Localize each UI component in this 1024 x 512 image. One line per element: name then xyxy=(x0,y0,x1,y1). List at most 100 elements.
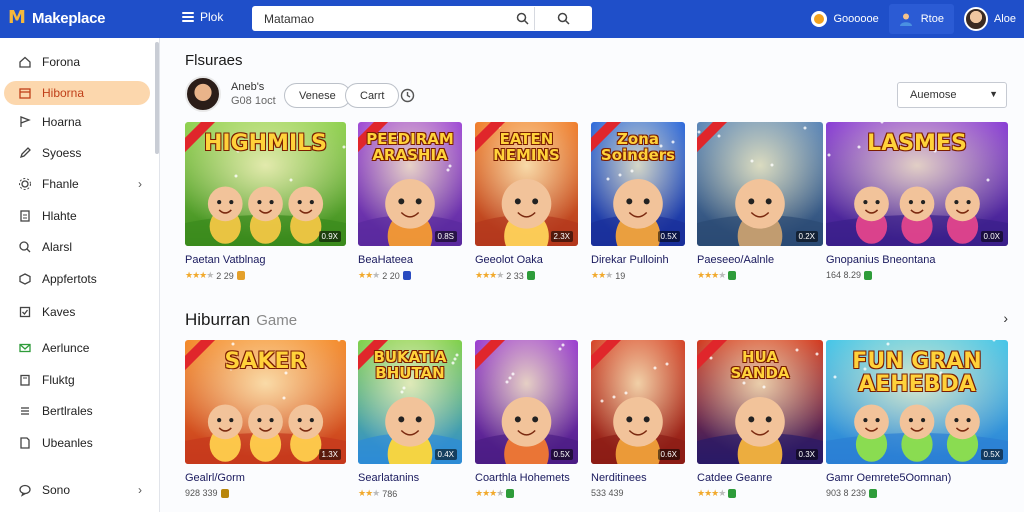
game-thumbnail[interactable]: 0.2X xyxy=(697,122,823,246)
app-name: Makeplace xyxy=(32,9,106,27)
game-meta: 164 8.29 xyxy=(826,270,873,280)
game-card[interactable]: EATEN NEMINS 2.3X Geeolot Oaka ★★★★ 2 33 xyxy=(475,122,578,284)
game-thumbnail[interactable]: 0.5X xyxy=(475,340,578,464)
game-card[interactable]: SAKER 1.3X Gealrl/Gorm 928 339 xyxy=(185,340,346,502)
sidebar-item-12[interactable]: Ubeanles xyxy=(4,431,150,455)
game-title[interactable]: Gealrl/Gorm xyxy=(185,472,245,484)
sidebar-item-label: Fluktg xyxy=(42,373,75,387)
game-card[interactable]: FUN GRAN AEHEBDA 0.5X Gamr Oemrete5Oomnan)… xyxy=(826,340,1008,502)
game-title[interactable]: BeaHateea xyxy=(358,254,413,266)
game-meta: ★★★★ 2 33 xyxy=(475,270,535,281)
game-card[interactable]: HIGHMILS 0.9X Paetan Vatblnag ★★★★ 2 29 xyxy=(185,122,346,284)
platform-icon xyxy=(869,488,878,498)
game-logo-text: SAKER xyxy=(224,349,307,374)
sidebar-item-5[interactable]: Hlahte xyxy=(4,204,150,228)
filter-chip-2[interactable]: Carrt xyxy=(345,83,400,108)
game-card[interactable]: HUA SANDA 0.3X Catdee Geanre ★★★★ xyxy=(697,340,823,502)
search-input[interactable] xyxy=(252,7,510,30)
star-rating: ★★★★ xyxy=(697,488,726,498)
game-thumbnail[interactable]: HIGHMILS 0.9X xyxy=(185,122,346,246)
game-card[interactable]: BUKATIA BHUTAN 0.4X Searlatanins ★★★ 786 xyxy=(358,340,462,502)
account-button[interactable]: Rtoe xyxy=(888,4,954,34)
star-rating: ★★★ xyxy=(591,270,613,280)
game-card[interactable]: LASMES 0.0X Gnopanius Bneontana 164 8.29 xyxy=(826,122,1008,284)
avatar xyxy=(963,7,988,31)
list-icon xyxy=(18,404,32,418)
clock-icon[interactable] xyxy=(400,88,415,103)
sort-value: Auemose xyxy=(910,89,957,101)
game-card[interactable]: PEEDIRAM ARASHIA 0.8S BeaHateea ★★★ 2 20 xyxy=(358,122,462,284)
sidebar-item-6[interactable]: Alarsl xyxy=(4,235,150,259)
game-card[interactable]: 0.5X Coarthla Hohemets ★★★★ xyxy=(475,340,578,502)
sidebar-item-13[interactable]: Sono › xyxy=(4,478,150,502)
game-title[interactable]: Catdee Geanre xyxy=(697,472,772,484)
game-card[interactable]: Zona Soinders 0.5X Direkar Pulloinh ★★★ 19 xyxy=(591,122,685,284)
cube-icon xyxy=(18,272,32,286)
game-title[interactable]: Coarthla Hohemets xyxy=(475,472,570,484)
game-meta: 928 339 xyxy=(185,488,229,498)
sidebar-item-0[interactable]: Forona xyxy=(4,50,150,74)
profile-button[interactable]: Aloe xyxy=(963,7,1016,31)
game-title[interactable]: Direkar Pulloinh xyxy=(591,254,669,266)
game-thumbnail[interactable]: FUN GRAN AEHEBDA 0.5X xyxy=(826,340,1008,464)
game-thumbnail[interactable]: LASMES 0.0X xyxy=(826,122,1008,246)
sidebar-item-label: Appfertots xyxy=(42,272,97,286)
game-title[interactable]: Searlatanins xyxy=(358,472,419,484)
hamburger-icon xyxy=(182,12,194,22)
gear-icon xyxy=(18,177,32,191)
game-thumbnail[interactable]: Zona Soinders 0.5X xyxy=(591,122,685,246)
game-title[interactable]: Geeolot Oaka xyxy=(475,254,543,266)
search-icon[interactable] xyxy=(510,7,534,30)
sidebar-item-2[interactable]: Hoarna xyxy=(4,110,150,134)
sidebar-item-4[interactable]: Fhanle › xyxy=(4,172,150,196)
coins-label: Goooooe xyxy=(833,13,879,25)
sidebar-item-9[interactable]: Aerlunce xyxy=(4,336,150,360)
platform-icon xyxy=(402,271,411,280)
game-title[interactable]: Paetan Vatblnag xyxy=(185,254,266,266)
sort-dropdown[interactable]: Auemose ▼ xyxy=(897,82,1007,108)
section-title-2: Hiburran Game xyxy=(185,310,297,330)
star-rating: ★★★★ xyxy=(185,270,214,280)
coins-button[interactable]: Goooooe xyxy=(811,11,879,27)
filter-chip-1[interactable]: Venese xyxy=(284,83,351,108)
author-row[interactable]: Aneb's G08 1oct xyxy=(185,76,276,112)
game-thumbnail[interactable]: HUA SANDA 0.3X xyxy=(697,340,823,464)
sidebar-item-label: Hlahte xyxy=(42,209,77,223)
sidebar-item-3[interactable]: Syoess xyxy=(4,141,150,165)
game-thumbnail[interactable]: BUKATIA BHUTAN 0.4X xyxy=(358,340,462,464)
sidebar-item-10[interactable]: Fluktg xyxy=(4,368,150,392)
star-rating: ★★★ xyxy=(358,488,380,498)
top-bar: M Makeplace Plok Goooooe Rtoe Aloe xyxy=(0,0,1024,38)
game-title[interactable]: Gnopanius Bneontana xyxy=(826,254,935,266)
sidebar-item-label: Hiborna xyxy=(42,86,85,100)
game-thumbnail[interactable]: 0.6X xyxy=(591,340,685,464)
menu-button[interactable]: Plok xyxy=(182,10,223,24)
platform-icon xyxy=(220,488,229,498)
app-logo[interactable]: M Makeplace xyxy=(8,8,105,28)
platform-icon xyxy=(864,270,873,280)
game-meta-value: 786 xyxy=(382,488,398,499)
game-card[interactable]: 0.2X Paeseeo/Aalnle ★★★★ xyxy=(697,122,823,284)
game-title[interactable]: Gamr Oemrete5Oomnan) xyxy=(826,472,951,484)
game-card[interactable]: 0.6X Nerditinees 533 439 xyxy=(591,340,685,502)
sidebar-scrollbar[interactable] xyxy=(155,42,159,154)
chevron-right-icon[interactable]: › xyxy=(1003,310,1008,326)
chat-icon xyxy=(18,483,32,497)
game-meta: 903 8 239 xyxy=(826,488,878,498)
game-meta-value: 533 439 xyxy=(591,488,624,498)
multiplier-badge: 0.0X xyxy=(980,231,1003,242)
sidebar-item-label: Forona xyxy=(42,55,81,69)
game-title[interactable]: Paeseeo/Aalnle xyxy=(697,254,774,266)
game-title[interactable]: Nerditinees xyxy=(591,472,647,484)
sidebar-item-8[interactable]: Kaves xyxy=(4,300,150,324)
sidebar-item-label: Sono xyxy=(42,483,71,497)
sidebar-item-11[interactable]: Bertlrales xyxy=(4,399,150,423)
game-thumbnail[interactable]: SAKER 1.3X xyxy=(185,340,346,464)
game-thumbnail[interactable]: EATEN NEMINS 2.3X xyxy=(475,122,578,246)
sidebar-item-7[interactable]: Appfertots xyxy=(4,267,150,291)
sidebar-item-1[interactable]: Hiborna xyxy=(4,81,150,105)
logo-icon: M xyxy=(8,7,26,28)
search-button[interactable] xyxy=(534,7,592,30)
user-label: Aloe xyxy=(993,13,1016,25)
game-thumbnail[interactable]: PEEDIRAM ARASHIA 0.8S xyxy=(358,122,462,246)
